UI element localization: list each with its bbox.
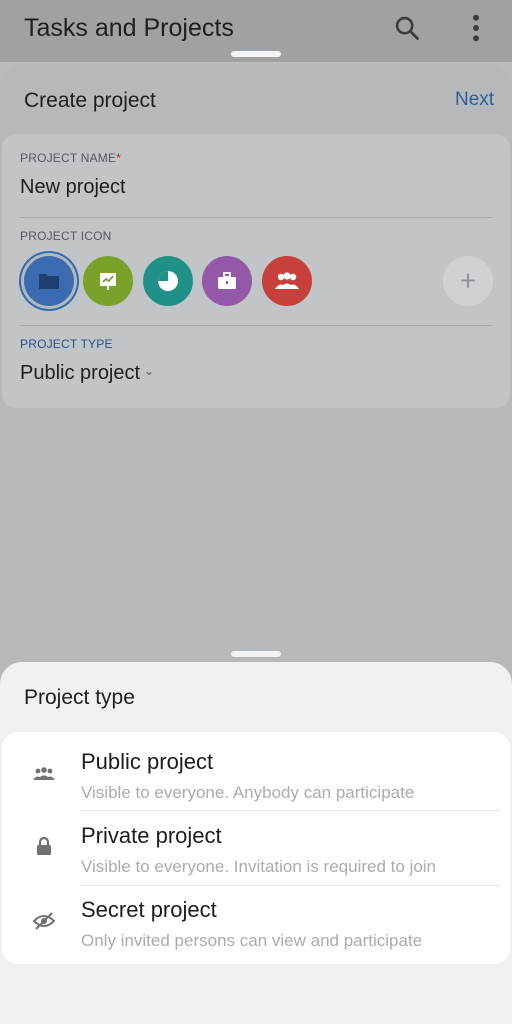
project-icon-pie-chart[interactable] bbox=[143, 256, 193, 306]
bottom-sheet-drag-handle[interactable] bbox=[231, 651, 281, 657]
lock-icon bbox=[37, 836, 51, 855]
project-type-label: PROJECT TYPE bbox=[20, 337, 113, 351]
option-secret-project[interactable]: Secret project Only invited persons can … bbox=[2, 885, 510, 959]
create-project-title: Create project bbox=[24, 89, 156, 112]
divider bbox=[20, 325, 492, 326]
plus-icon: + bbox=[459, 265, 477, 296]
option-title: Private project bbox=[81, 823, 222, 848]
option-title: Public project bbox=[81, 749, 214, 774]
project-icon-folder[interactable] bbox=[24, 256, 74, 306]
project-icon-presentation[interactable] bbox=[83, 256, 133, 306]
group-icon bbox=[275, 272, 299, 289]
app-title: Tasks and Projects bbox=[24, 14, 234, 42]
project-type-select[interactable]: Public project ⌄ bbox=[20, 362, 154, 385]
people-icon bbox=[33, 767, 55, 780]
project-icon-group[interactable] bbox=[262, 256, 312, 306]
project-type-sheet-title: Project type bbox=[24, 686, 135, 709]
sheet-drag-handle[interactable] bbox=[231, 51, 281, 57]
eye-off-icon bbox=[32, 912, 56, 930]
pie-chart-icon bbox=[158, 271, 178, 291]
chevron-down-icon: ⌄ bbox=[144, 364, 155, 378]
more-vert-icon[interactable] bbox=[462, 12, 490, 44]
next-button[interactable]: Next bbox=[455, 89, 494, 111]
project-type-value: Public project bbox=[20, 362, 141, 384]
project-name-label: PROJECT NAME* bbox=[20, 151, 122, 165]
project-type-options: Public project Visible to everyone. Anyb… bbox=[2, 732, 510, 964]
add-icon-button[interactable]: + bbox=[443, 256, 493, 306]
briefcase-icon bbox=[218, 272, 236, 289]
project-name-field[interactable]: New project bbox=[20, 176, 126, 199]
presentation-icon bbox=[100, 273, 116, 290]
divider bbox=[20, 217, 492, 218]
folder-icon bbox=[39, 274, 59, 289]
required-mark: * bbox=[116, 151, 122, 165]
option-title: Secret project bbox=[81, 897, 217, 922]
search-icon[interactable] bbox=[393, 14, 421, 42]
project-icon-briefcase[interactable] bbox=[202, 256, 252, 306]
project-icon-label: PROJECT ICON bbox=[20, 229, 112, 243]
option-subtitle: Visible to everyone. Invitation is requi… bbox=[81, 857, 436, 876]
option-subtitle: Visible to everyone. Anybody can partici… bbox=[81, 783, 415, 802]
option-subtitle: Only invited persons can view and partic… bbox=[81, 931, 423, 950]
option-private-project[interactable]: Private project Visible to everyone. Inv… bbox=[2, 810, 510, 884]
option-public-project[interactable]: Public project Visible to everyone. Anyb… bbox=[2, 732, 510, 806]
